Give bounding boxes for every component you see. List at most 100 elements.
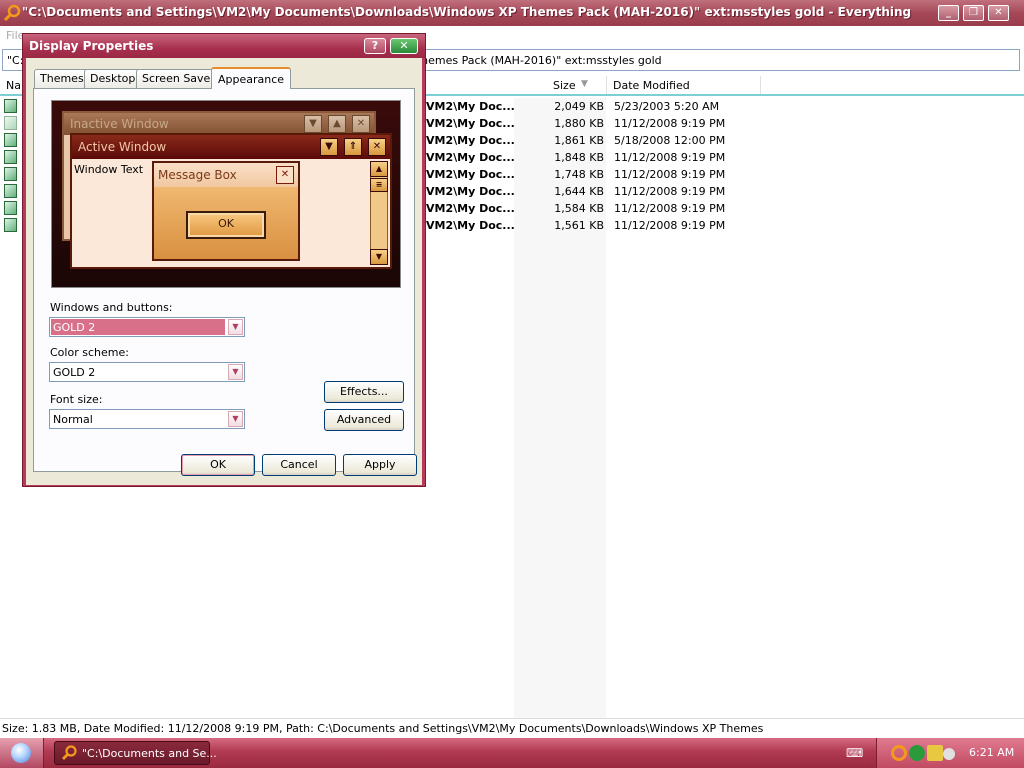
file-size: 1,584 KB xyxy=(554,202,604,215)
windows-and-buttons-value: GOLD 2 xyxy=(51,319,225,335)
font-size-label: Font size: xyxy=(50,393,103,406)
file-path: VM2\My Doc... xyxy=(426,134,515,147)
chevron-down-icon[interactable]: ▼ xyxy=(228,319,243,335)
status-text: Size: 1.83 MB, Date Modified: 11/12/2008… xyxy=(2,722,764,735)
file-date: 11/12/2008 9:19 PM xyxy=(614,219,726,232)
preview-inactive-titlebar: Inactive Window ▼ ▲ ✕ xyxy=(64,113,374,135)
file-date: 11/12/2008 9:19 PM xyxy=(614,168,726,181)
file-icon xyxy=(4,184,17,198)
preview-active-window: Active Window ▼ ⇑ ✕ Window Text ▲ ≡ ▼ Me… xyxy=(70,133,392,269)
file-icon xyxy=(4,116,17,130)
close-icon: ✕ xyxy=(352,115,370,133)
file-date: 11/12/2008 9:19 PM xyxy=(614,151,726,164)
preview-ok-button: OK xyxy=(186,211,266,239)
file-size: 1,644 KB xyxy=(554,185,604,198)
security-alert-icon[interactable] xyxy=(927,745,943,761)
preview-window-text: Window Text xyxy=(74,163,144,176)
file-date: 5/23/2003 5:20 AM xyxy=(614,100,720,113)
close-icon: ✕ xyxy=(368,138,386,156)
taskbar: "C:\Documents and Se... ⌨ 6:21 AM xyxy=(0,738,1024,768)
tab-appearance[interactable]: Appearance xyxy=(211,67,292,89)
file-icon xyxy=(4,99,17,113)
effects-button[interactable]: Effects... xyxy=(324,381,404,403)
file-date: 5/18/2008 12:00 PM xyxy=(614,134,726,147)
maximize-icon: ⇑ xyxy=(344,138,362,156)
font-size-value: Normal xyxy=(53,413,93,426)
column-date-modified[interactable]: Date Modified xyxy=(613,79,690,92)
clock[interactable]: 6:21 AM xyxy=(969,746,1014,759)
file-date: 11/12/2008 9:19 PM xyxy=(614,202,726,215)
everything-tray-icon[interactable] xyxy=(891,745,907,761)
dialog-body: Themes Desktop Screen Saver Appearance I… xyxy=(26,58,422,485)
apply-button[interactable]: Apply xyxy=(343,454,417,476)
file-size: 1,861 KB xyxy=(554,134,604,147)
volume-icon[interactable] xyxy=(943,748,955,760)
file-date: 11/12/2008 9:19 PM xyxy=(614,117,726,130)
dialog-close-button[interactable]: ✕ xyxy=(390,38,418,54)
taskbar-button-everything[interactable]: "C:\Documents and Se... xyxy=(54,741,217,765)
preview-active-titlebar: Active Window ▼ ⇑ ✕ xyxy=(72,135,390,159)
file-path: VM2\My Doc... xyxy=(426,219,515,232)
tab-desktop[interactable]: Desktop xyxy=(84,69,142,88)
search-magnifier-icon xyxy=(3,4,21,22)
file-icon xyxy=(4,201,17,215)
file-size: 1,880 KB xyxy=(554,117,604,130)
minimize-button[interactable]: _ xyxy=(938,5,959,21)
chevron-down-icon[interactable]: ▼ xyxy=(228,364,243,380)
file-size: 1,748 KB xyxy=(554,168,604,181)
scroll-down-icon: ▼ xyxy=(370,249,388,265)
column-divider[interactable] xyxy=(760,76,761,94)
window-title: "C:\Documents and Settings\VM2\My Docume… xyxy=(22,5,912,19)
file-size: 1,561 KB xyxy=(554,219,604,232)
close-icon: ✕ xyxy=(276,166,294,184)
tab-screen-saver[interactable]: Screen Saver xyxy=(136,69,221,88)
dialog-title: Display Properties xyxy=(29,39,154,53)
windows-and-buttons-select[interactable]: GOLD 2 ▼ xyxy=(49,317,245,337)
scroll-thumb-icon: ≡ xyxy=(370,178,388,192)
appearance-preview: Inactive Window ▼ ▲ ✕ Active Window ▼ ⇑ … xyxy=(51,100,401,288)
file-path: VM2\My Doc... xyxy=(426,168,515,181)
file-date: 11/12/2008 9:19 PM xyxy=(614,185,726,198)
minimize-icon: ▼ xyxy=(320,138,338,156)
scroll-up-icon: ▲ xyxy=(370,161,388,177)
taskbar-button-label: "C:\Documents and Se... xyxy=(82,747,217,760)
color-scheme-select[interactable]: GOLD 2 ▼ xyxy=(49,362,245,382)
minimize-icon: ▼ xyxy=(304,115,322,133)
sort-down-icon: ▼ xyxy=(581,79,588,89)
network-tray-icon[interactable] xyxy=(909,745,925,761)
keyboard-icon[interactable]: ⌨ xyxy=(846,746,863,760)
preview-message-title: Message Box xyxy=(158,168,237,182)
tab-themes[interactable]: Themes xyxy=(34,69,90,88)
font-size-select[interactable]: Normal ▼ xyxy=(49,409,245,429)
color-scheme-value: GOLD 2 xyxy=(53,366,96,379)
file-icon xyxy=(4,150,17,164)
maximize-button[interactable]: ❐ xyxy=(963,5,984,21)
preview-scrollbar: ▲ ≡ ▼ xyxy=(370,161,388,265)
ok-button[interactable]: OK xyxy=(181,454,255,476)
chevron-down-icon[interactable]: ▼ xyxy=(228,411,243,427)
column-divider[interactable] xyxy=(606,76,607,94)
file-path: VM2\My Doc... xyxy=(426,100,515,113)
file-size: 2,049 KB xyxy=(554,100,604,113)
preview-inactive-title: Inactive Window xyxy=(70,117,169,131)
main-titlebar[interactable]: "C:\Documents and Settings\VM2\My Docume… xyxy=(0,0,1024,26)
dialog-titlebar[interactable]: Display Properties ? ✕ xyxy=(23,34,425,58)
advanced-button[interactable]: Advanced xyxy=(324,409,404,431)
help-button[interactable]: ? xyxy=(364,38,386,54)
close-button[interactable]: ✕ xyxy=(988,5,1009,21)
file-icon xyxy=(4,218,17,232)
display-properties-dialog: Display Properties ? ✕ Themes Desktop Sc… xyxy=(22,33,426,487)
file-path: VM2\My Doc... xyxy=(426,185,515,198)
file-path: VM2\My Doc... xyxy=(426,117,515,130)
status-bar: Size: 1.83 MB, Date Modified: 11/12/2008… xyxy=(0,718,1024,738)
start-button[interactable] xyxy=(0,738,44,768)
windows-logo-icon xyxy=(11,743,31,763)
cancel-button[interactable]: Cancel xyxy=(262,454,336,476)
file-icon xyxy=(4,167,17,181)
file-path: VM2\My Doc... xyxy=(426,202,515,215)
preview-message-box: Message Box ✕ OK xyxy=(152,161,300,261)
maximize-icon: ▲ xyxy=(328,115,346,133)
file-path: VM2\My Doc... xyxy=(426,151,515,164)
search-magnifier-icon xyxy=(62,745,77,760)
column-size[interactable]: Size xyxy=(553,79,576,92)
